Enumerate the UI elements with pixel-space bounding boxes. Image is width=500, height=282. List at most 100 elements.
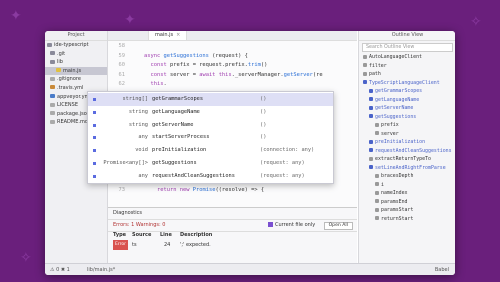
outline-item[interactable]: path: [363, 70, 381, 78]
suggestion-detail: (): [260, 134, 267, 141]
autocomplete-suggestion[interactable]: string getServerName (): [88, 119, 333, 132]
outline-item[interactable]: paramsStart: [375, 206, 413, 214]
outline-item[interactable]: getGrammarScopes: [369, 87, 422, 95]
diagnostics-panel: Diagnostics Errors: 1 Warnings: 0 Curren…: [108, 207, 357, 264]
tab-bar: main.js ×: [108, 31, 357, 41]
line-number: 62: [118, 81, 126, 88]
outline-item[interactable]: returnStart: [375, 215, 413, 223]
symbol-icon: [369, 114, 373, 118]
autocomplete-suggestion[interactable]: Promise<any[]> getSuggestions (request: an…: [88, 157, 333, 170]
tab-label: main.js: [155, 32, 174, 38]
background-decoration: ✧: [20, 250, 32, 266]
symbol-icon: [375, 190, 379, 195]
tree-item-label: appveyor.yml: [57, 93, 91, 100]
column-header-line[interactable]: Line: [160, 230, 172, 240]
outline-item-label: setLineAndRightFromParse: [375, 164, 446, 171]
background-decoration: ✧: [470, 14, 482, 30]
file-icon: [50, 76, 55, 81]
checkbox-checked-icon[interactable]: [268, 222, 273, 227]
outline-item[interactable]: AutoLanguageClient: [363, 53, 422, 61]
close-icon[interactable]: ×: [176, 32, 180, 38]
symbol-icon: [375, 207, 379, 212]
outline-item[interactable]: getLanguageName: [369, 96, 419, 104]
line-number: 61: [118, 71, 126, 78]
suggestion-type: any: [138, 134, 148, 141]
outline-item[interactable]: preInitialization: [369, 138, 425, 146]
outline-item[interactable]: server: [375, 130, 399, 138]
status-bar: ⚠ 0 ✖ 1 lib/main.js* Babel: [45, 263, 455, 275]
code-line: async getSuggestions (request) {: [144, 52, 248, 59]
outline-item-label: paramsEnd: [381, 198, 408, 205]
folder-icon: [47, 42, 52, 47]
autocomplete-suggestion[interactable]: any requestAndCleanSuggestions (request: a…: [88, 170, 333, 183]
suggestion-name: getSuggestions: [152, 160, 197, 166]
outline-item[interactable]: getServerName: [369, 104, 413, 112]
outline-item[interactable]: prefix: [375, 121, 399, 129]
status-grammar[interactable]: Babel: [435, 264, 449, 275]
diagnostics-table: Type Source Line Description Error ts 24…: [108, 230, 357, 250]
tree-item[interactable]: lib: [45, 58, 107, 67]
outline-item-label: getSuggestions: [375, 113, 417, 120]
outline-item-label: server: [381, 130, 399, 137]
tree-item[interactable]: .git: [45, 50, 107, 59]
line-number: 60: [118, 62, 126, 69]
line-number: 58: [118, 43, 126, 49]
symbol-icon: [363, 54, 367, 59]
outline-item[interactable]: setLineAndRightFromParse: [369, 164, 446, 172]
outline-item-label: getServerName: [375, 105, 414, 111]
tree-item-label: README.md: [57, 119, 89, 126]
outline-item[interactable]: extractReturnTypeTo: [369, 155, 431, 163]
symbol-icon: [375, 173, 379, 178]
outline-item[interactable]: requestAndCleanSuggestions: [369, 147, 452, 155]
diagnostic-row[interactable]: Error ts 24 ';' expected.: [108, 240, 357, 250]
file-icon: [50, 111, 55, 116]
tree-item[interactable]: .gitignore: [45, 75, 107, 84]
current-file-only-label: Current file only: [275, 222, 316, 228]
outline-item-label: bracesDepth: [381, 173, 414, 179]
method-icon: [93, 162, 96, 165]
column-header-source[interactable]: Source: [132, 230, 151, 240]
outline-item-label: returnStart: [381, 215, 414, 222]
autocomplete-suggestion[interactable]: string getLanguageName (): [88, 106, 333, 119]
suggestion-detail: (connection: any): [260, 147, 315, 154]
outline-item[interactable]: nameIndex: [375, 189, 408, 197]
status-file-path[interactable]: lib/main.js*: [87, 264, 115, 275]
outline-item[interactable]: filter: [363, 62, 387, 70]
code-line: const prefix = request.prefix.trim(): [150, 62, 268, 69]
diagnostics-counts: Errors: 1 Warnings: 0: [113, 222, 166, 228]
outline-item-label: TypeScriptLanguageClient: [369, 79, 440, 86]
tab-main-js[interactable]: main.js ×: [148, 31, 188, 40]
outline-item-label: nameIndex: [381, 190, 408, 196]
suggestion-name: getGrammarScopes: [152, 96, 204, 102]
outline-item[interactable]: TypeScriptLanguageClient: [363, 79, 440, 87]
symbol-icon: [369, 88, 373, 93]
error-badge: Error: [113, 240, 128, 250]
outline-item[interactable]: getSuggestions: [369, 113, 416, 121]
tree-item[interactable]: main.js: [45, 66, 107, 76]
line-number: 59: [118, 52, 126, 59]
autocomplete-suggestion[interactable]: any startServerProcess (): [88, 131, 333, 144]
outline-item[interactable]: i: [375, 181, 384, 189]
outline-item-label: requestAndCleanSuggestions: [375, 147, 452, 154]
column-header-type[interactable]: Type: [113, 230, 126, 240]
outline-item-label: paramsStart: [381, 207, 414, 213]
open-all-button[interactable]: Open All: [323, 222, 353, 230]
tree-item-label: .gitignore: [57, 76, 81, 83]
outline-item[interactable]: paramsEnd: [375, 198, 408, 206]
tree-item[interactable]: ide-typescript: [45, 41, 107, 50]
diagnostic-source: ts: [132, 242, 137, 248]
symbol-icon: [375, 199, 379, 203]
column-header-description[interactable]: Description: [180, 230, 212, 240]
symbol-icon: [363, 80, 367, 84]
suggestion-name: getServerName: [152, 121, 194, 128]
outline-search-input[interactable]: Search Outline View: [362, 43, 453, 52]
symbol-icon: [375, 182, 379, 186]
code-line: const server = await this._serverManager…: [150, 71, 323, 78]
outline-item[interactable]: bracesDepth: [375, 172, 413, 180]
suggestion-type: Promise<any[]>: [103, 160, 148, 166]
status-diagnostic-counts[interactable]: ⚠ 0 ✖ 1: [50, 264, 70, 275]
suggestion-type: string: [128, 108, 148, 115]
autocomplete-suggestion[interactable]: string[] getGrammarScopes (): [88, 93, 333, 106]
autocomplete-suggestion[interactable]: void preInitialization (connection: any): [88, 144, 333, 157]
outline-panel: Outline View Search Outline View AutoLan…: [358, 31, 455, 263]
